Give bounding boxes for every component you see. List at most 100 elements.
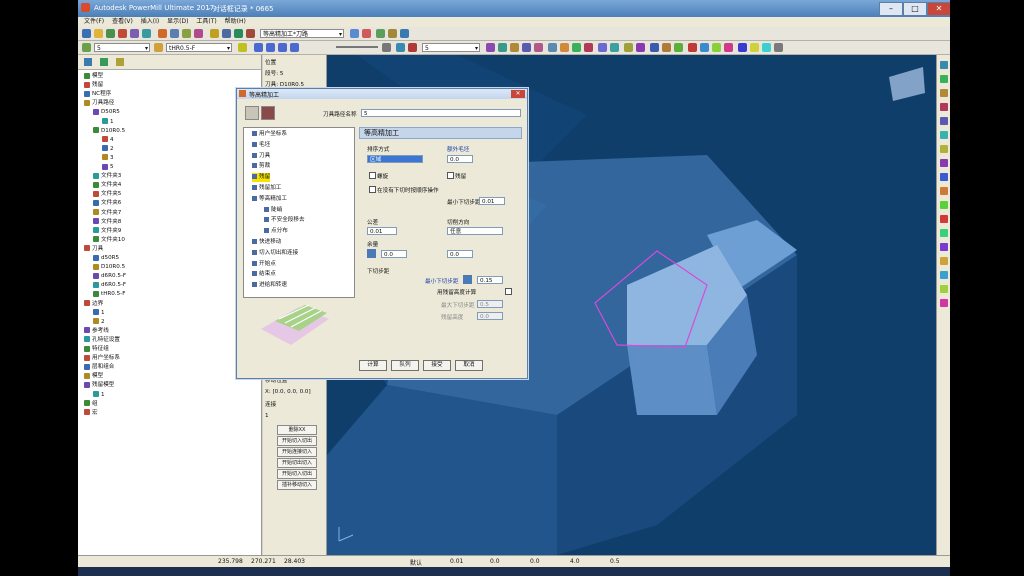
min-step-input[interactable]: 0.01 [479, 197, 505, 205]
tool-view-icon[interactable] [650, 43, 659, 52]
menu-view[interactable]: 查看(V) [112, 17, 133, 27]
block-icon[interactable] [106, 29, 115, 38]
view-iso-icon[interactable] [940, 61, 948, 69]
view-left-icon[interactable] [940, 117, 948, 125]
stepdown-input[interactable]: 0.15 [477, 276, 503, 284]
boundary-icon[interactable] [130, 29, 139, 38]
dialog-tree-item[interactable]: 陡峭 [264, 206, 282, 215]
wire-icon[interactable] [498, 43, 507, 52]
explorer-tree-item[interactable]: 刀具 [84, 245, 103, 254]
panel-button[interactable]: 开始切出切入 [277, 458, 317, 468]
menu-tools[interactable]: 工具(T) [196, 17, 216, 27]
order-checkbox[interactable] [369, 186, 376, 193]
dialog-tree-item[interactable]: 进给和转速 [252, 281, 287, 290]
max-stepdown-input[interactable]: 0.5 [477, 300, 503, 308]
zoom-out-icon[interactable] [940, 159, 948, 167]
collision-icon[interactable] [688, 43, 697, 52]
explorer-tree-item[interactable]: D10R0.5 [93, 127, 125, 136]
zoom-in-icon[interactable] [940, 145, 948, 153]
explorer-tree-item[interactable]: 1 [102, 118, 114, 127]
explorer-tree-item[interactable]: 1 [93, 391, 105, 400]
view-icon[interactable] [400, 29, 409, 38]
help-tab-icon[interactable] [116, 58, 124, 66]
explorer-tree-item[interactable]: d6R0.5-F [93, 281, 126, 290]
dialog-tree-item[interactable]: 结束点 [252, 270, 276, 279]
refresh-icon[interactable] [774, 43, 783, 52]
explorer-tree-item[interactable]: 1 [93, 309, 105, 318]
dialog-tree-item[interactable]: 快进移动 [252, 238, 281, 247]
tolerance-input[interactable]: 0.01 [367, 227, 397, 235]
panel-button[interactable]: 开始连接切入 [277, 447, 317, 457]
grid-icon[interactable] [762, 43, 771, 52]
section-icon[interactable] [610, 43, 619, 52]
toolpath-name-input[interactable]: 5 [361, 109, 521, 117]
explorer-tree-item[interactable]: D50R5 [93, 108, 120, 117]
sim-icon[interactable] [396, 43, 405, 52]
pattern-icon[interactable] [142, 29, 151, 38]
min-radius-icon[interactable] [940, 285, 948, 293]
dialog-tree-item[interactable]: 刀具 [252, 152, 270, 161]
explorer-tree-item[interactable]: 文件夹5 [93, 190, 121, 199]
record-icon[interactable] [408, 43, 417, 52]
explorer-tree-item[interactable]: 组 [84, 400, 98, 409]
snap-icon[interactable] [750, 43, 759, 52]
explorer-tree-item[interactable]: 4 [102, 136, 114, 145]
tool-view-icon[interactable] [940, 215, 948, 223]
explorer-tab-icon[interactable] [84, 58, 92, 66]
mesh-icon[interactable] [712, 43, 721, 52]
toolpath-icon[interactable] [158, 29, 167, 38]
tool-selector[interactable]: tHR0.5-F [166, 43, 232, 53]
minimize-button[interactable]: – [879, 2, 903, 16]
save-icon[interactable] [82, 29, 91, 38]
panel-button[interactable]: 删除XX [277, 425, 317, 435]
explorer-tree-item[interactable]: 文件夹7 [93, 209, 121, 218]
explorer-tree-item[interactable]: 残留 [84, 81, 103, 90]
view-front-icon[interactable] [940, 89, 948, 97]
slider-thumb-icon[interactable] [382, 43, 391, 52]
speed-slider[interactable] [336, 46, 378, 48]
toolpath-selector[interactable]: 等高精加工*刀路 [260, 29, 344, 39]
first-frame-icon[interactable] [254, 43, 263, 52]
extra-stock-input[interactable]: 0.0 [447, 155, 473, 163]
pan-icon[interactable] [522, 43, 531, 52]
menu-insert[interactable]: 插入(I) [141, 17, 159, 27]
spiral-checkbox[interactable] [369, 172, 376, 179]
menu-display[interactable]: 显示(D) [167, 17, 188, 27]
dialog-tree-item[interactable]: 等高精加工 [252, 195, 287, 204]
sort-select[interactable]: 区域 [367, 155, 423, 163]
explorer-tree-item[interactable]: 参考线 [84, 327, 109, 336]
undercut-icon[interactable] [940, 257, 948, 265]
explorer-tree-item[interactable]: 文件夹3 [93, 172, 121, 181]
wireframe-icon[interactable] [940, 187, 948, 195]
allowance-icon[interactable] [367, 249, 376, 258]
explorer-tree-item[interactable]: 模型 [84, 72, 103, 81]
prev-frame-icon[interactable] [266, 43, 275, 52]
step-icon[interactable] [388, 29, 397, 38]
menu-help[interactable]: 帮助(H) [225, 17, 246, 27]
stepdown-icon[interactable] [463, 275, 472, 284]
verify-icon[interactable] [182, 29, 191, 38]
explorer-tree-item[interactable]: NC程序 [84, 90, 111, 99]
feed-rate-icon[interactable] [246, 29, 255, 38]
explorer-tree-item[interactable]: 2 [102, 145, 114, 154]
calculate-icon[interactable] [170, 29, 179, 38]
transparency-icon[interactable] [940, 299, 948, 307]
dialog-tree-item[interactable]: 点分布 [264, 227, 288, 236]
level-selector[interactable]: 5 [422, 43, 480, 53]
dialog-tree-item[interactable]: 剪裁 [252, 162, 270, 171]
dialog-tree-item[interactable]: 残留加工 [252, 184, 281, 193]
leads-links-icon[interactable] [234, 29, 243, 38]
dialog-image-icon[interactable] [261, 106, 275, 120]
view-right-icon[interactable] [940, 103, 948, 111]
cusp-input[interactable]: 0.0 [477, 312, 503, 320]
dialog-reset-icon[interactable] [245, 106, 259, 120]
dialog-close-button[interactable]: ✕ [511, 90, 525, 98]
dialog-tree-item[interactable]: 开始点 [252, 260, 276, 269]
cut-direction-select[interactable]: 任意 [447, 227, 503, 235]
block-view-icon[interactable] [940, 201, 948, 209]
dialog-tree-item[interactable]: 毛坯 [252, 141, 270, 150]
maximize-button[interactable]: □ [903, 2, 927, 16]
explorer-tree-item[interactable]: tHR0.5-F [93, 290, 125, 299]
dialog-tree-item[interactable]: 残留 [252, 173, 271, 183]
side-view-icon[interactable] [584, 43, 593, 52]
